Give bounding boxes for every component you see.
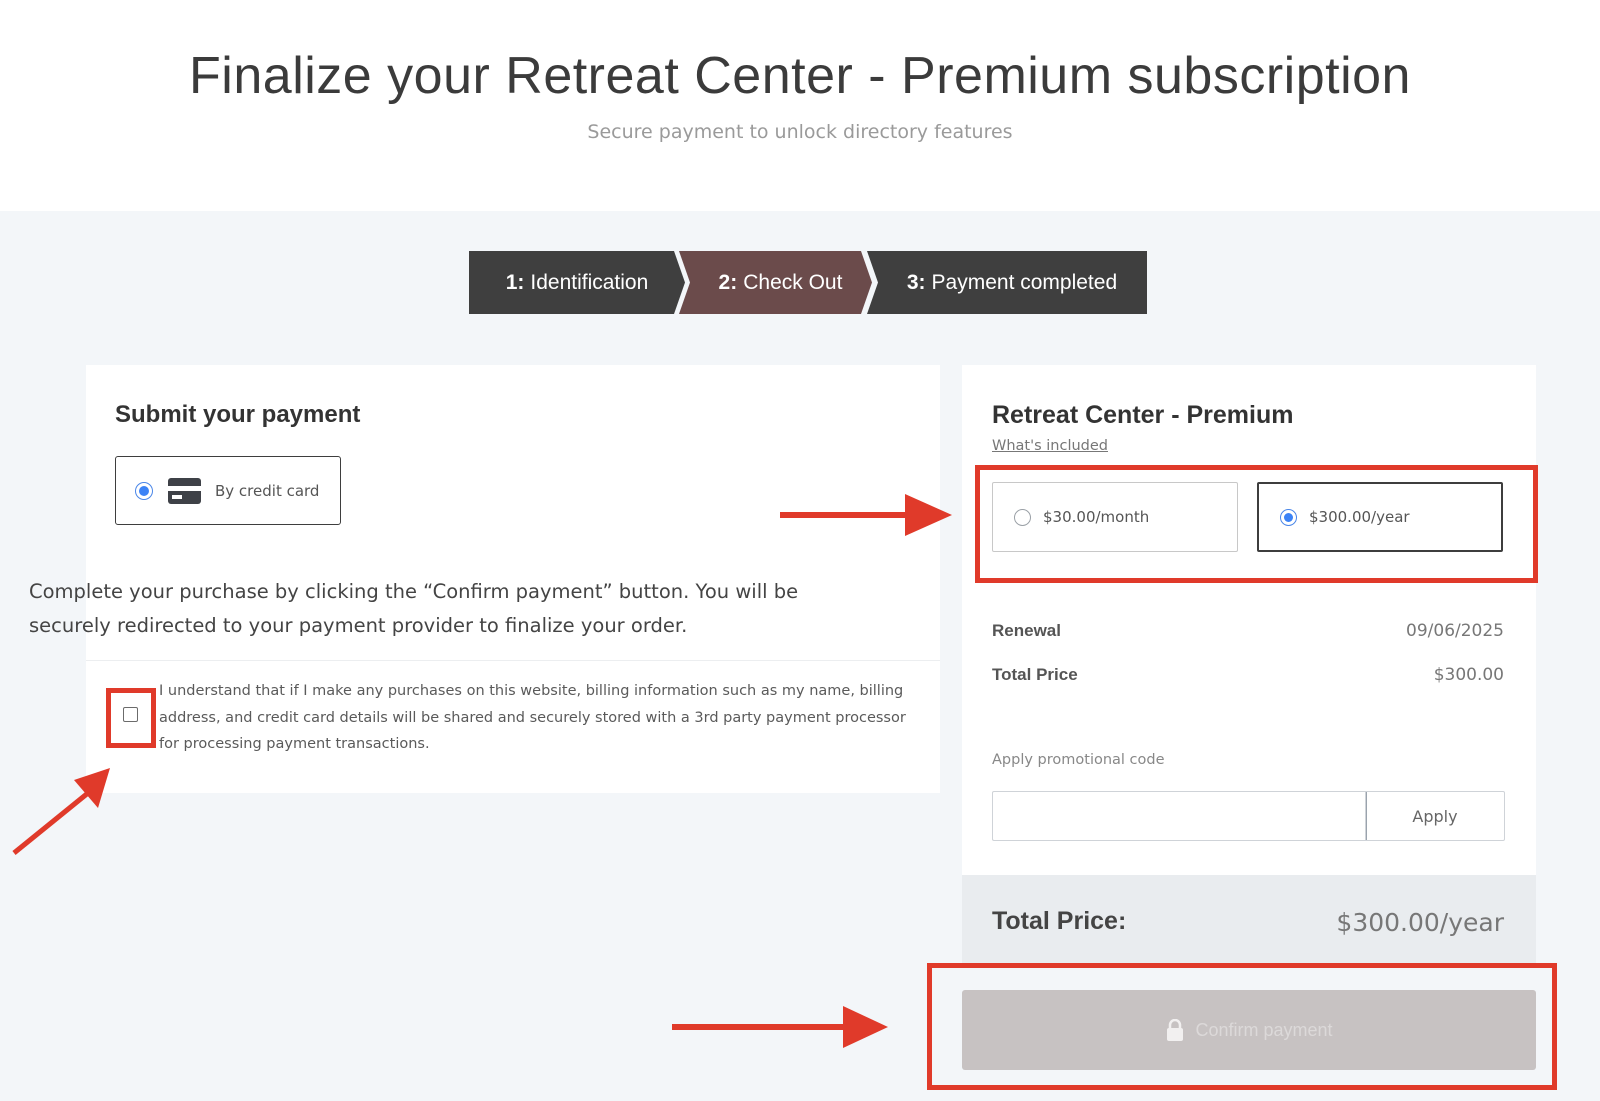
payment-title: Submit your payment: [115, 401, 361, 428]
promo-code-input[interactable]: [992, 791, 1365, 841]
step-check-out[interactable]: 2: Check Out: [679, 251, 872, 314]
step-number: 1:: [505, 270, 525, 294]
divider: [86, 660, 940, 661]
step-number: 2:: [718, 270, 738, 294]
promo-label: Apply promotional code: [992, 752, 1165, 768]
credit-card-icon: [168, 477, 201, 504]
total-summary: Total Price: $300.00/year: [962, 875, 1536, 967]
payment-description: Complete your purchase by clicking the “…: [29, 580, 799, 637]
annotation-box-consent-checkbox: [106, 688, 156, 748]
plan-title: Retreat Center - Premium: [992, 401, 1294, 429]
method-label: By credit card: [215, 481, 320, 500]
step-identification[interactable]: 1: Identification: [469, 251, 685, 314]
step-label: Payment completed: [931, 270, 1118, 294]
credit-card-method-option[interactable]: By credit card: [115, 456, 341, 525]
step-payment-completed[interactable]: 3: Payment completed: [867, 251, 1147, 314]
page-subtitle: Secure payment to unlock directory featu…: [587, 121, 1013, 143]
renewal-label: Renewal: [992, 621, 1061, 640]
step-label: Check Out: [743, 270, 843, 294]
annotation-box-plan-options: [975, 465, 1538, 583]
total-value: $300.00/year: [1336, 908, 1504, 937]
page-title: Finalize your Retreat Center - Premium s…: [189, 47, 1411, 105]
page-header: Finalize your Retreat Center - Premium s…: [0, 0, 1600, 211]
renewal-value: 09/06/2025: [1406, 621, 1504, 641]
total-price-value: $300.00: [1433, 665, 1504, 685]
credit-card-radio[interactable]: [135, 481, 153, 500]
whats-included-link[interactable]: What's included: [992, 438, 1108, 454]
apply-promo-button[interactable]: Apply: [1365, 791, 1505, 841]
plan-card: Retreat Center - Premium What's included…: [962, 365, 1536, 875]
checkout-stepper: 1: Identification 2: Check Out 3: Paymen…: [469, 251, 1147, 314]
annotation-box-confirm-button: [927, 963, 1557, 1090]
total-price-label: Total Price: [992, 665, 1078, 684]
step-number: 3:: [906, 270, 926, 294]
step-label: Identification: [530, 270, 649, 294]
total-label: Total Price:: [992, 907, 1127, 935]
consent-text: I understand that if I make any purchase…: [159, 683, 906, 752]
